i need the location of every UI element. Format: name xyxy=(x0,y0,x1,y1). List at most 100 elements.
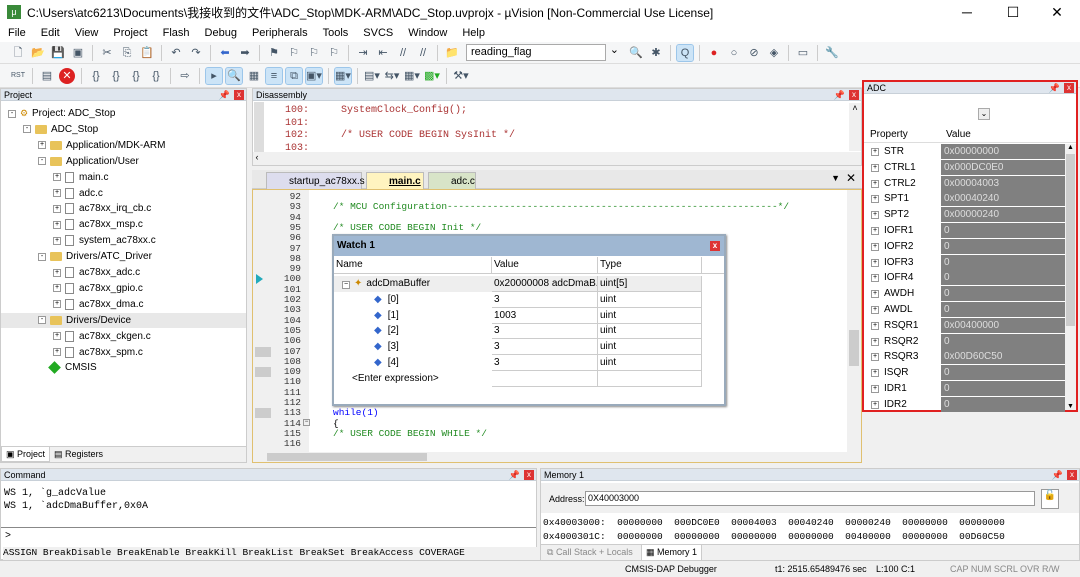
expand-icon[interactable]: - xyxy=(23,125,31,134)
next-bookmark-icon[interactable]: ⚐ xyxy=(306,45,322,61)
menu-window[interactable]: Window xyxy=(400,27,454,39)
expand-icon[interactable]: + xyxy=(871,306,879,314)
expand-icon[interactable]: + xyxy=(53,220,61,229)
register-row[interactable]: + CTRL2 0x00004003 xyxy=(864,175,1076,192)
register-row[interactable]: + AWDL 0 xyxy=(864,302,1076,318)
back-icon[interactable]: ⬅ xyxy=(217,45,233,61)
step-out-icon[interactable]: {} xyxy=(128,68,144,84)
column-name[interactable]: Name xyxy=(334,257,492,274)
find-combo[interactable]: reading_flag xyxy=(466,43,619,61)
expand-icon[interactable]: + xyxy=(871,242,879,251)
tree-item-gem[interactable]: CMSIS xyxy=(1,360,97,375)
save-icon[interactable]: 💾 xyxy=(50,45,66,61)
close-icon[interactable]: x xyxy=(849,90,859,100)
register-value[interactable]: 0 xyxy=(941,223,1065,238)
register-value[interactable]: 0x00D60C50 xyxy=(941,349,1065,365)
bookmark-icon[interactable]: ⚑ xyxy=(266,45,282,61)
disable-all-icon[interactable]: ◈ xyxy=(766,45,782,61)
horizontal-scrollbar[interactable] xyxy=(253,452,861,462)
lock-icon[interactable]: 🔓 xyxy=(1041,489,1059,509)
collapse-icon[interactable]: − xyxy=(342,281,350,289)
expand-icon[interactable]: + xyxy=(871,337,879,346)
expand-icon[interactable]: + xyxy=(871,353,879,362)
register-row[interactable]: + ISQR 0 xyxy=(864,365,1076,381)
find-in-files-icon[interactable]: 📁 xyxy=(444,45,460,61)
register-row[interactable]: + IOFR3 0 xyxy=(864,254,1076,271)
reset-icon[interactable]: RST xyxy=(10,68,26,84)
pin-icon[interactable]: 📌 xyxy=(1049,82,1060,94)
tree-item-folder[interactable]: + Application/MDK-ARM xyxy=(1,138,165,153)
register-row[interactable]: + RSQR1 0x00400000 xyxy=(864,317,1076,334)
register-row[interactable]: + RSQR2 0 xyxy=(864,333,1076,350)
register-row[interactable]: + IDR2 0 xyxy=(864,396,1076,413)
tab-list-icon[interactable]: ▼ xyxy=(831,173,840,183)
register-value[interactable]: 0x00040240 xyxy=(941,191,1065,207)
expand-icon[interactable]: + xyxy=(53,284,61,293)
menu-svcs[interactable]: SVCS xyxy=(355,27,400,39)
register-row[interactable]: + AWDH 0 xyxy=(864,286,1076,302)
tree-item-file[interactable]: + ac78xx_gpio.c xyxy=(1,281,143,296)
find-icon[interactable]: 🔍 xyxy=(628,45,644,61)
expand-icon[interactable]: + xyxy=(871,369,879,378)
register-row[interactable]: + IOFR4 0 xyxy=(864,270,1076,286)
expand-icon[interactable]: + xyxy=(871,385,879,393)
tree-item-file[interactable]: + adc.c xyxy=(1,186,103,201)
command-window-icon[interactable]: ▸ xyxy=(205,66,223,85)
menu-peripherals[interactable]: Peripherals xyxy=(244,27,315,39)
window-layout-icon[interactable]: ▭ xyxy=(795,45,811,61)
expand-icon[interactable]: - xyxy=(8,109,16,118)
toolbox-icon[interactable]: ⚒▾ xyxy=(453,68,469,84)
menu-help[interactable]: Help xyxy=(454,27,492,39)
debug-session-icon[interactable]: Q xyxy=(676,43,694,62)
watch-row[interactable]: − ✦ adcDmaBuffer 0x20000008 adcDmaB... uint[… xyxy=(334,276,702,292)
watch-value[interactable]: 3 xyxy=(492,355,598,371)
registers-window-icon[interactable]: ≡ xyxy=(265,66,283,85)
disable-breakpoint-icon[interactable]: ○ xyxy=(726,45,742,61)
tab-memory-1[interactable]: ▦ Memory 1 xyxy=(641,545,703,561)
register-value[interactable]: 0 xyxy=(941,238,1065,254)
tree-item-project[interactable]: - ⚙ Project: ADC_Stop xyxy=(1,106,115,121)
new-file-icon[interactable]: 🗋 xyxy=(10,45,26,61)
menu-view[interactable]: View xyxy=(67,27,106,39)
trace-window-icon[interactable]: ▦▾ xyxy=(404,68,420,84)
breakpoint-icon[interactable]: ● xyxy=(706,45,722,61)
cut-icon[interactable]: ✂ xyxy=(99,45,115,61)
maximize-button[interactable]: ☐ xyxy=(990,0,1036,24)
menu-edit[interactable]: Edit xyxy=(33,27,67,39)
expand-icon[interactable]: + xyxy=(871,195,879,204)
expand-icon[interactable]: + xyxy=(871,258,879,267)
register-value[interactable]: 0x000DC0E0 xyxy=(941,159,1065,175)
expand-icon[interactable]: + xyxy=(871,290,879,299)
menu-tools[interactable]: Tools xyxy=(315,27,356,39)
expand-icon[interactable]: + xyxy=(53,348,61,356)
stop-icon[interactable]: ✕ xyxy=(59,67,75,84)
expand-icon[interactable]: + xyxy=(53,189,61,197)
column-value[interactable]: Value xyxy=(492,257,598,274)
undo-icon[interactable]: ↶ xyxy=(168,45,184,61)
breakpoint-marker[interactable] xyxy=(255,346,271,357)
register-row[interactable]: + RSQR3 0x00D60C50 xyxy=(864,349,1076,365)
tree-item-file[interactable]: + system_ac78xx.c xyxy=(1,233,156,248)
watch-value[interactable]: 3 xyxy=(492,291,598,308)
prev-bookmark-icon[interactable]: ⚐ xyxy=(286,45,302,61)
menu-file[interactable]: File xyxy=(0,27,33,39)
tree-item-file[interactable]: + ac78xx_adc.c xyxy=(1,265,140,280)
run-icon[interactable]: ▤ xyxy=(39,68,55,84)
tools-icon[interactable]: ✱ xyxy=(648,45,664,61)
watch-row[interactable]: ◆ [1] 1003 uint xyxy=(334,307,702,324)
watch-row[interactable]: ◆ [4] 3 uint xyxy=(334,355,702,371)
tree-item-file[interactable]: + main.c xyxy=(1,170,108,185)
watch-value[interactable]: 1003 xyxy=(492,307,598,324)
pin-icon[interactable]: 📌 xyxy=(1052,469,1063,481)
expand-icon[interactable]: + xyxy=(871,274,879,283)
register-row[interactable]: + STR 0x00000000 xyxy=(864,144,1076,160)
close-button[interactable]: ✕ xyxy=(1034,0,1080,24)
register-value[interactable]: 0x00000240 xyxy=(941,207,1065,223)
tree-item-folder[interactable]: - Drivers/Device xyxy=(1,312,246,328)
tab-adc-c[interactable]: adc.c xyxy=(428,172,476,189)
register-row[interactable]: + SPT2 0x00000240 xyxy=(864,207,1076,223)
close-icon[interactable]: x xyxy=(524,470,534,480)
expand-icon[interactable]: + xyxy=(53,173,61,182)
register-value[interactable]: 0 xyxy=(941,286,1065,302)
configure-icon[interactable]: 🔧 xyxy=(824,45,840,61)
